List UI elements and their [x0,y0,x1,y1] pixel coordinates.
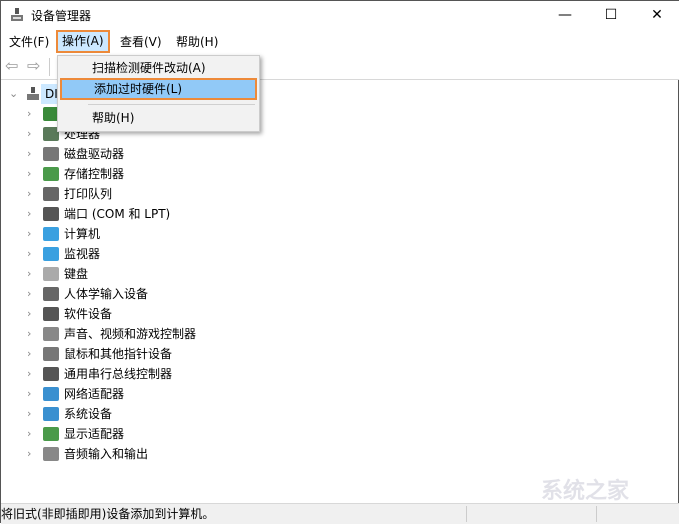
chevron-right-icon[interactable]: › [27,224,31,244]
arrow-left-icon[interactable]: ⇦ [5,58,21,74]
device-category-icon [43,347,59,361]
maximize-button[interactable]: ☐ [588,1,634,29]
computer-icon [27,87,39,100]
menu-action[interactable]: 操作(A) [56,30,110,53]
chevron-down-icon[interactable]: ⌄ [9,84,18,104]
chevron-right-icon[interactable]: › [27,444,31,464]
action-menu-dropdown: 扫描检测硬件改动(A) 添加过时硬件(L) 帮助(H) [57,55,260,132]
device-category-icon [43,307,59,321]
device-category-icon [43,227,59,241]
device-category-icon [43,387,59,401]
tree-item-label: 监视器 [64,247,101,261]
tree-item[interactable]: › 音频输入和输出 [1,444,679,464]
device-category-icon [43,247,59,261]
chevron-right-icon[interactable]: › [27,204,31,224]
menu-file[interactable]: 文件(F) [9,33,49,51]
device-category-icon [43,407,59,421]
tree-item[interactable]: › 存储控制器 [1,164,679,184]
tree-item-label: 网络适配器 [64,387,125,401]
device-category-icon [43,167,59,181]
tree-item[interactable]: › 显示适配器 [1,424,679,444]
status-divider [596,506,597,522]
tree-item-label: 计算机 [64,227,101,241]
status-bar: 将旧式(非即插即用)设备添加到计算机。 [1,503,679,524]
device-category-icon [43,327,59,341]
chevron-right-icon[interactable]: › [27,364,31,384]
chevron-right-icon[interactable]: › [27,324,31,344]
menu-help[interactable]: 帮助(H) [176,33,218,51]
device-category-icon [43,187,59,201]
tree-item[interactable]: › 磁盘驱动器 [1,144,679,164]
tree-item[interactable]: › 键盘 [1,264,679,284]
status-text: 将旧式(非即插即用)设备添加到计算机。 [1,507,215,521]
tree-item-label: 系统设备 [64,407,113,421]
tree-item[interactable]: › 端口 (COM 和 LPT) [1,204,679,224]
menu-separator [88,104,255,105]
toolbar-divider [49,58,50,76]
device-category-icon [43,427,59,441]
device-category-icon [43,207,59,221]
tree-item-label: 鼠标和其他指针设备 [64,347,173,361]
window-title: 设备管理器 [31,9,92,23]
tree-item-label: 磁盘驱动器 [64,147,125,161]
close-button[interactable]: ✕ [634,1,679,29]
menu-item-add-legacy-hardware[interactable]: 添加过时硬件(L) [60,78,257,100]
tree-item[interactable]: › 监视器 [1,244,679,264]
tree-item[interactable]: › 系统设备 [1,404,679,424]
device-category-icon [43,267,59,281]
tree-item[interactable]: › 声音、视频和游戏控制器 [1,324,679,344]
tree-item[interactable]: › 人体学输入设备 [1,284,679,304]
arrow-right-icon[interactable]: ⇨ [27,58,43,74]
chevron-right-icon[interactable]: › [27,124,31,144]
chevron-right-icon[interactable]: › [27,264,31,284]
tree-item[interactable]: › 通用串行总线控制器 [1,364,679,384]
chevron-right-icon[interactable]: › [27,424,31,444]
status-divider [466,506,467,522]
watermark-logo: 系统之家 [541,479,630,504]
tree-item-label: 软件设备 [64,307,113,321]
chevron-right-icon[interactable]: › [27,184,31,204]
menu-item-scan-hardware[interactable]: 扫描检测硬件改动(A) [60,57,257,79]
chevron-right-icon[interactable]: › [27,244,31,264]
tree-item[interactable]: › 鼠标和其他指针设备 [1,344,679,364]
minimize-button[interactable]: — [542,1,588,29]
chevron-right-icon[interactable]: › [27,344,31,364]
root-label: DI [45,87,58,101]
chevron-right-icon[interactable]: › [27,304,31,324]
tree-item-label: 人体学输入设备 [64,287,149,301]
tree-item-label: 打印队列 [64,187,113,201]
tree-item-label: 通用串行总线控制器 [64,367,173,381]
tree-item[interactable]: › 计算机 [1,224,679,244]
device-category-icon [43,287,59,301]
menu-view[interactable]: 查看(V) [120,33,162,51]
menu-bar: 文件(F) 操作(A) 查看(V) 帮助(H) [1,29,679,54]
chevron-right-icon[interactable]: › [27,384,31,404]
tree-item-label: 端口 (COM 和 LPT) [64,207,171,221]
chevron-right-icon[interactable]: › [27,144,31,164]
menu-item-help[interactable]: 帮助(H) [60,107,257,129]
device-category-icon [43,367,59,381]
device-manager-icon [11,8,23,21]
tree-item-label: 显示适配器 [64,427,125,441]
chevron-right-icon[interactable]: › [27,104,31,124]
tree-item-label: 声音、视频和游戏控制器 [64,327,197,341]
tree-item[interactable]: › 网络适配器 [1,384,679,404]
device-category-icon [43,147,59,161]
device-category-icon [43,447,59,461]
tree-item[interactable]: › 软件设备 [1,304,679,324]
tree-item-label: 音频输入和输出 [64,447,149,461]
title-bar: 设备管理器 — ☐ ✕ [1,1,679,29]
chevron-right-icon[interactable]: › [27,164,31,184]
tree-item-label: 键盘 [64,267,89,281]
chevron-right-icon[interactable]: › [27,404,31,424]
tree-item[interactable]: › 打印队列 [1,184,679,204]
chevron-right-icon[interactable]: › [27,284,31,304]
tree-item-label: 存储控制器 [64,167,125,181]
